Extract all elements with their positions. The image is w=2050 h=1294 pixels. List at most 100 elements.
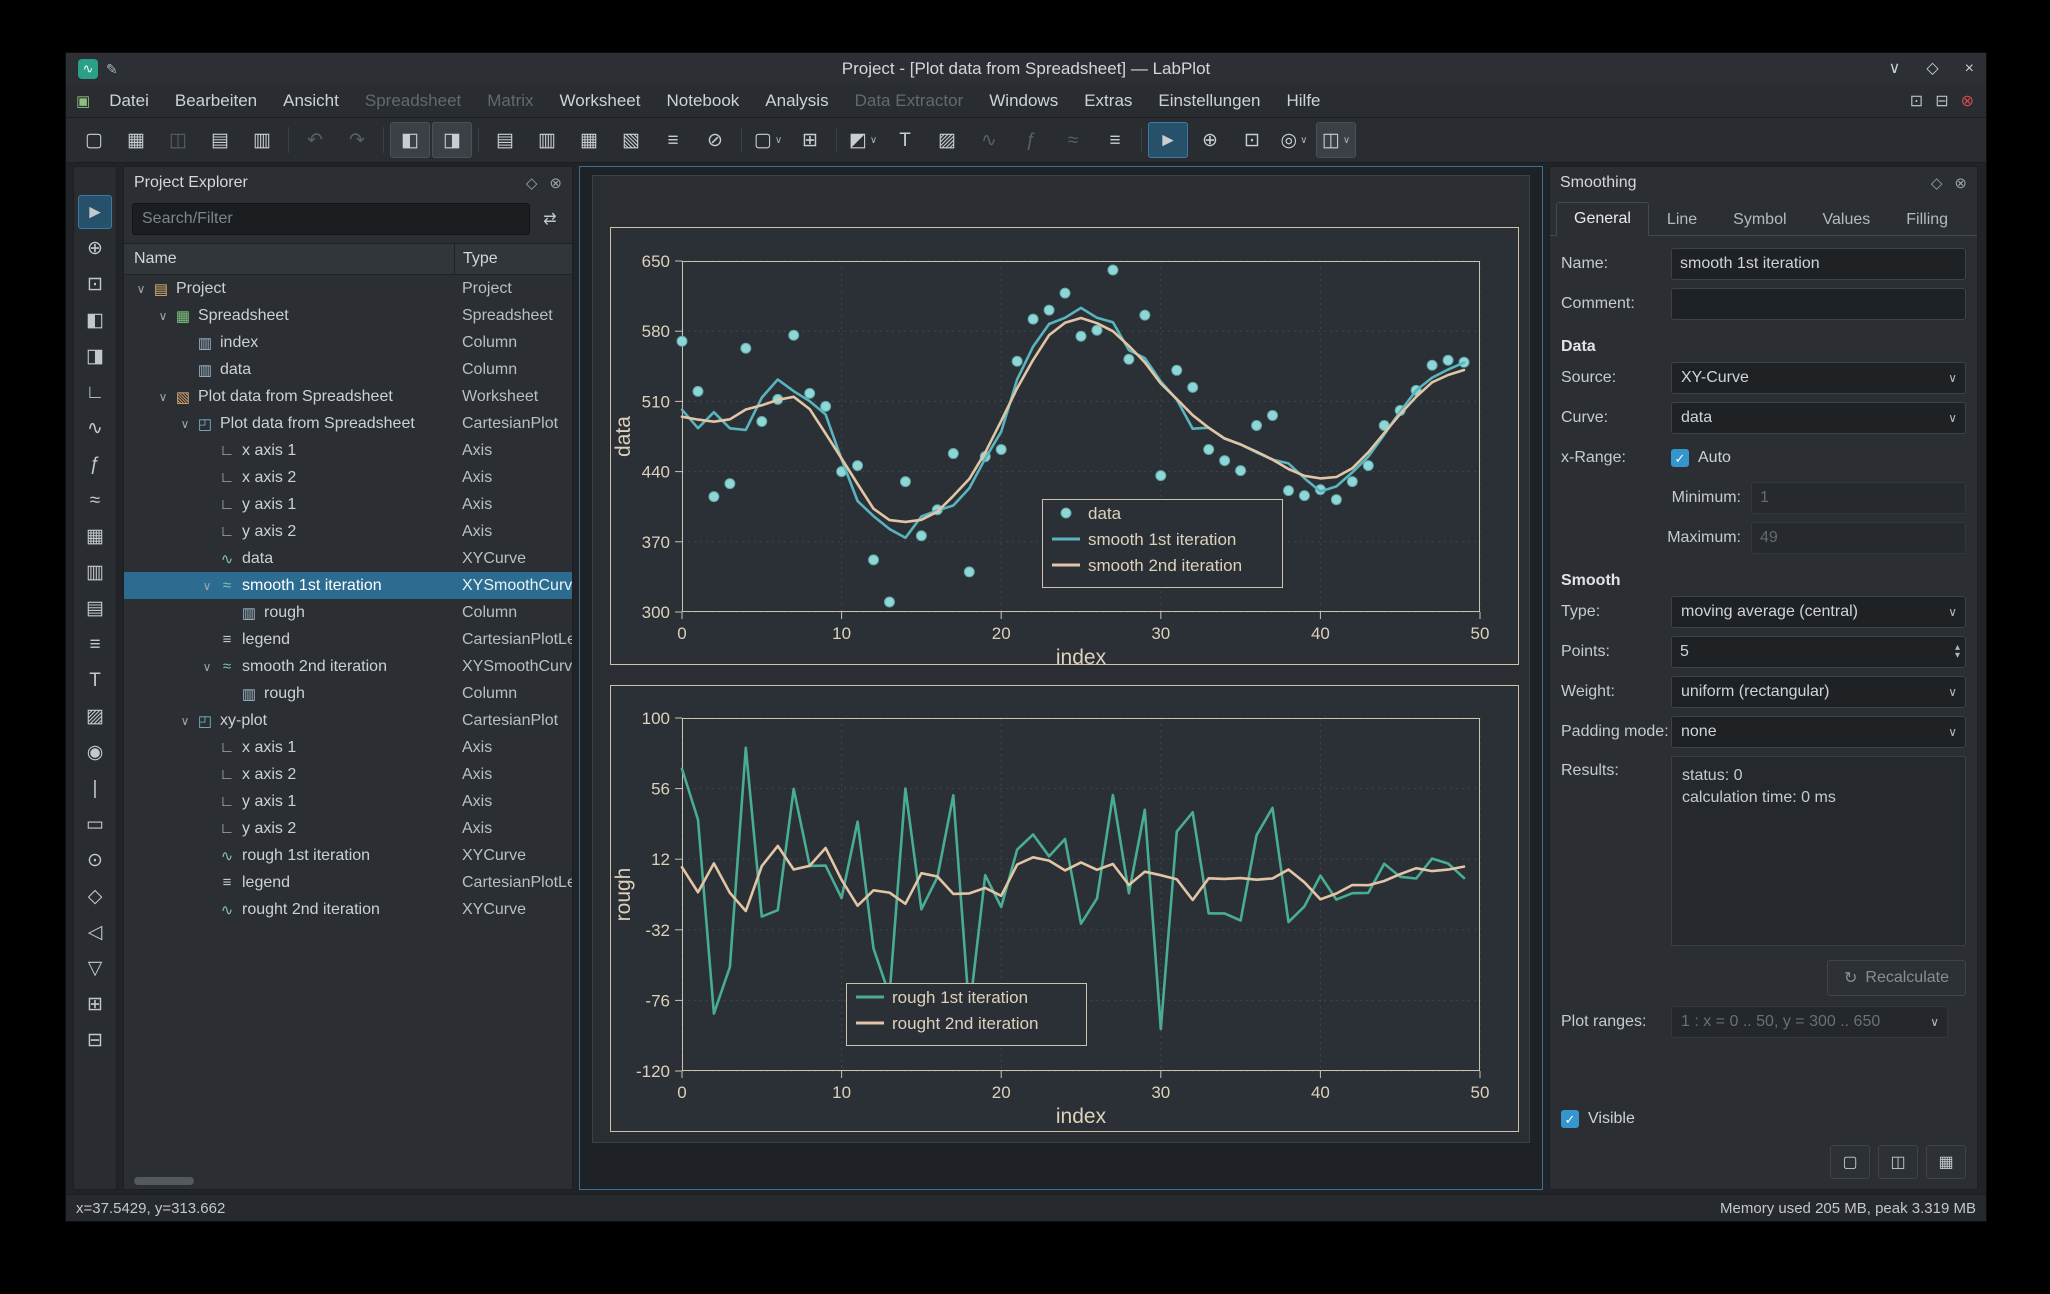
menu-bearbeiten[interactable]: Bearbeiten <box>162 85 270 117</box>
tree-row[interactable]: ∟y axis 2Axis <box>124 518 572 545</box>
clear-spreadsheet-button[interactable]: ⊘ <box>695 122 735 158</box>
padding-mode-select[interactable]: none ∨ <box>1671 716 1966 748</box>
insert-column-right-button[interactable]: ▧ <box>611 122 651 158</box>
menu-extras[interactable]: Extras <box>1071 85 1145 117</box>
add-smooth-curve-button[interactable]: ≈ <box>78 483 112 517</box>
visible-checkbox[interactable]: ✓ <box>1561 1110 1579 1128</box>
add-image-button[interactable]: ▨ <box>78 699 112 733</box>
export-worksheet-button[interactable]: ⊞ <box>790 122 830 158</box>
points-input[interactable] <box>1671 636 1966 668</box>
auto-scale-button[interactable]: ◇ <box>78 879 112 913</box>
tree-row[interactable]: ∨≈smooth 1st iterationXYSmoothCurve <box>124 572 572 599</box>
maximize-window-button[interactable]: ◇ <box>1926 61 1938 77</box>
add-bar-plot-button[interactable]: ▤ <box>78 591 112 625</box>
tree-row[interactable]: ∨≈smooth 2nd iterationXYSmoothCurve <box>124 653 572 680</box>
add-reference-line-button[interactable]: | <box>78 771 112 805</box>
add-image-button[interactable]: ▨ <box>927 122 967 158</box>
tab-general[interactable]: General <box>1556 202 1649 236</box>
curve-select[interactable]: data ∨ <box>1671 402 1966 434</box>
tree-row[interactable]: ▥roughColumn <box>124 680 572 707</box>
tab-line[interactable]: Line <box>1649 203 1715 236</box>
tree-row[interactable]: ∿dataXYCurve <box>124 545 572 572</box>
menu-windows[interactable]: Windows <box>976 85 1071 117</box>
add-info-element-button[interactable]: ◉ <box>78 735 112 769</box>
tree-row[interactable]: ∟x axis 1Axis <box>124 734 572 761</box>
auto-scale-x-button[interactable]: ◁ <box>78 915 112 949</box>
minimize-subwindow-button[interactable]: ⊟ <box>1935 91 1948 111</box>
toggle-horizontal-layout-button[interactable]: ◨ <box>432 122 472 158</box>
add-axis-button[interactable]: ∟ <box>78 375 112 409</box>
menu-worksheet[interactable]: Worksheet <box>547 85 654 117</box>
add-legend-button[interactable]: ≡ <box>78 627 112 661</box>
tree-row[interactable]: ∨◰xy-plotCartesianPlot <box>124 707 572 734</box>
plot-data-from-spreadsheet-plot[interactable]: 01020304050300370440510580650indexdatada… <box>610 227 1519 665</box>
tree-row[interactable]: ∨◰Plot data from SpreadsheetCartesianPlo… <box>124 410 572 437</box>
tree-row[interactable]: ▥dataColumn <box>124 356 572 383</box>
tab-symbol[interactable]: Symbol <box>1715 203 1804 236</box>
insert-row-below-button[interactable]: ▥ <box>527 122 567 158</box>
titlebar[interactable]: ∿ ✎ Project - [Plot data from Spreadshee… <box>66 53 1986 85</box>
sort-spreadsheet-button[interactable]: ≡ <box>653 122 693 158</box>
tree-row[interactable]: ≡legendCartesianPlotLegend <box>124 626 572 653</box>
add-xy-curve-button[interactable]: ∿ <box>78 411 112 445</box>
spin-down-icon[interactable]: ▾ <box>1955 652 1960 660</box>
zoom-y-select-tool-button[interactable]: ◨ <box>78 339 112 373</box>
auto-range-checkbox[interactable]: ✓ <box>1671 449 1689 467</box>
new-project-button[interactable]: ▢ <box>74 122 114 158</box>
close-dock-button[interactable]: ⊗ <box>1954 174 1967 192</box>
tab-filling[interactable]: Filling <box>1888 203 1966 236</box>
print-preview-button[interactable]: ▥ <box>242 122 282 158</box>
menu-einstellungen[interactable]: Einstellungen <box>1145 85 1273 117</box>
tree-row[interactable]: ∟y axis 2Axis <box>124 815 572 842</box>
float-panel-button[interactable]: ◇ <box>526 174 538 192</box>
insert-column-left-button[interactable]: ▦ <box>569 122 609 158</box>
tree-row[interactable]: ▥roughColumn <box>124 599 572 626</box>
magnification-button[interactable]: ◎∨ <box>1274 122 1314 158</box>
auto-scale-y-button[interactable]: ▽ <box>78 951 112 985</box>
load-config-button[interactable]: ▢ <box>1830 1145 1870 1179</box>
tree-row[interactable]: ▥indexColumn <box>124 329 572 356</box>
add-reference-range-button[interactable]: ▭ <box>78 807 112 841</box>
weight-select[interactable]: uniform (rectangular) ∨ <box>1671 676 1966 708</box>
zoom-x-select-tool-button[interactable]: ◧ <box>78 303 112 337</box>
menu-datei[interactable]: Datei <box>96 85 162 117</box>
select-mode-button[interactable]: ► <box>1148 122 1188 158</box>
comment-input[interactable] <box>1671 288 1966 320</box>
add-custom-point-button[interactable]: ⊙ <box>78 843 112 877</box>
pin-icon[interactable]: ✎ <box>106 61 118 78</box>
tree-row[interactable]: ∿rough 1st iterationXYCurve <box>124 842 572 869</box>
tree-row[interactable]: ∟x axis 2Axis <box>124 464 572 491</box>
restore-subwindow-button[interactable]: ⊡ <box>1910 91 1923 111</box>
close-subwindow-button[interactable]: ⊗ <box>1961 91 1974 111</box>
zoom-out-button[interactable]: ⊟ <box>78 1023 112 1057</box>
zoom-select-mode-button[interactable]: ⊡ <box>1232 122 1272 158</box>
save-default-button[interactable]: ▦ <box>1926 1145 1966 1179</box>
column-header-type[interactable]: Type <box>454 244 498 274</box>
add-histogram-button[interactable]: ▦ <box>78 519 112 553</box>
crosshair-tool-button[interactable]: ⊕ <box>78 231 112 265</box>
select-tool-button[interactable]: ► <box>78 195 112 229</box>
open-project-button[interactable]: ▦ <box>116 122 156 158</box>
zoom-select-tool-button[interactable]: ⊡ <box>78 267 112 301</box>
tab-values[interactable]: Values <box>1805 203 1889 236</box>
tree-row[interactable]: ∟x axis 1Axis <box>124 437 572 464</box>
tree-row[interactable]: ∟y axis 1Axis <box>124 491 572 518</box>
xy-plot[interactable]: 01020304050-120-76-321256100indexroughro… <box>610 685 1519 1132</box>
menu-notebook[interactable]: Notebook <box>654 85 753 117</box>
close-window-button[interactable]: × <box>1965 61 1974 77</box>
filter-options-button[interactable]: ⇄ <box>536 205 564 233</box>
tree-row[interactable]: ≡legendCartesianPlotLegend <box>124 869 572 896</box>
horizontal-scrollbar[interactable] <box>134 1177 194 1185</box>
tree-row[interactable]: ∨▧Plot data from SpreadsheetWorksheet <box>124 383 572 410</box>
recalculate-button[interactable]: ↻ Recalculate <box>1827 960 1966 996</box>
points-stepper[interactable]: ▴ ▾ <box>1671 636 1966 668</box>
tree-row[interactable]: ∟y axis 1Axis <box>124 788 572 815</box>
zoom-in-button[interactable]: ⊞ <box>78 987 112 1021</box>
save-config-button[interactable]: ◫ <box>1878 1145 1918 1179</box>
add-equation-curve-button[interactable]: ƒ <box>78 447 112 481</box>
new-worksheet-button[interactable]: ▢∨ <box>748 122 788 158</box>
tree-row[interactable]: ∿rought 2nd iterationXYCurve <box>124 896 572 923</box>
name-input[interactable] <box>1671 248 1966 280</box>
source-select[interactable]: XY-Curve ∨ <box>1671 362 1966 394</box>
add-text-label-button[interactable]: T <box>78 663 112 697</box>
